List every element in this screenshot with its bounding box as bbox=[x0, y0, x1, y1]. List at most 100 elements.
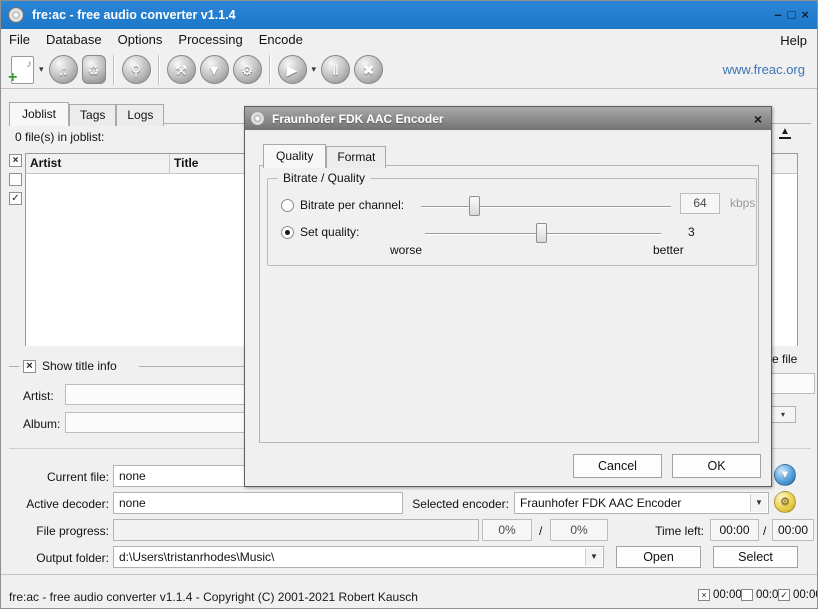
add-cd-button[interactable]: ♫ bbox=[49, 55, 78, 84]
processing-button[interactable]: ▼ bbox=[200, 55, 229, 84]
scale-worse-label: worse bbox=[390, 243, 422, 257]
select-button[interactable]: Select bbox=[713, 546, 798, 568]
menu-database[interactable]: Database bbox=[38, 29, 110, 51]
encode-to-single-file-label-fragment: e file bbox=[772, 352, 797, 366]
dialog-close-icon[interactable]: × bbox=[754, 112, 762, 126]
open-button[interactable]: Open bbox=[616, 546, 701, 568]
window-title: fre:ac - free audio converter v1.1.4 bbox=[32, 8, 236, 22]
menu-bar: File Database Options Processing Encode … bbox=[1, 29, 817, 51]
bitrate-slider[interactable] bbox=[421, 206, 671, 207]
timer-all: ✓ 00:00 bbox=[778, 589, 818, 601]
dialog-app-icon bbox=[251, 112, 264, 125]
chevron-down-icon[interactable]: ▼ bbox=[750, 494, 767, 512]
menu-help[interactable]: Help bbox=[770, 33, 817, 48]
active-decoder-value: none bbox=[113, 492, 403, 514]
eject-icon: ▲ bbox=[780, 127, 790, 136]
add-files-button[interactable]: ♪ + bbox=[11, 56, 34, 84]
eject-button[interactable]: ▲ bbox=[777, 127, 793, 139]
freac-website-link[interactable]: www.freac.org bbox=[723, 62, 805, 77]
select-none-button[interactable] bbox=[9, 173, 22, 186]
quality-radio[interactable] bbox=[281, 226, 294, 239]
menu-encode[interactable]: Encode bbox=[251, 29, 311, 51]
current-file-label: Current file: bbox=[9, 470, 109, 484]
quality-slider-thumb[interactable] bbox=[536, 223, 547, 243]
menu-options[interactable]: Options bbox=[110, 29, 171, 51]
bitrate-slider-thumb[interactable] bbox=[469, 196, 480, 216]
column-filler bbox=[772, 154, 797, 173]
quality-label: Set quality: bbox=[300, 225, 359, 239]
plus-icon: + bbox=[8, 69, 17, 87]
gear-icon: ⚙ bbox=[241, 63, 254, 77]
cancel-button[interactable]: Cancel bbox=[573, 454, 662, 478]
stop-encoding-button[interactable]: ✖ bbox=[354, 55, 383, 84]
bitrate-radio[interactable] bbox=[281, 199, 294, 212]
configure-encoder-button[interactable]: ⚙ bbox=[233, 55, 262, 84]
cddb-query-button[interactable]: ⚲ bbox=[122, 55, 151, 84]
right-dropdown-fragment[interactable]: ▾ bbox=[770, 406, 796, 423]
menu-processing[interactable]: Processing bbox=[170, 29, 250, 51]
close-icon[interactable]: × bbox=[801, 3, 809, 27]
gear-icon: ⚙ bbox=[780, 497, 790, 508]
start-encoding-button[interactable]: ▶ bbox=[278, 55, 307, 84]
joblist-count: 0 file(s) in joblist: bbox=[15, 130, 104, 144]
output-folder-dropdown[interactable]: d:\Users\tristanrhodes\Music\ ▼ bbox=[113, 546, 604, 568]
artist-label: Artist: bbox=[23, 389, 54, 403]
bitrate-value: 64 bbox=[680, 193, 720, 214]
tab-joblist[interactable]: Joblist bbox=[9, 102, 69, 126]
chevron-down-icon[interactable]: ▼ bbox=[585, 548, 602, 566]
menu-file[interactable]: File bbox=[1, 29, 38, 51]
selected-encoder-value: Fraunhofer FDK AAC Encoder bbox=[520, 496, 681, 510]
toolbar-separator bbox=[269, 55, 271, 85]
dialog-title-bar: Fraunhofer FDK AAC Encoder × bbox=[245, 107, 771, 130]
ok-button[interactable]: OK bbox=[672, 454, 761, 478]
dialog-tab-format[interactable]: Format bbox=[326, 146, 386, 168]
total-percent-value: 0% bbox=[550, 519, 608, 541]
time-left-total-value: 00:00 bbox=[772, 519, 814, 541]
app-icon bbox=[8, 7, 24, 23]
pause-encoding-button[interactable]: Ⅱ bbox=[321, 55, 350, 84]
output-folder-value: d:\Users\tristanrhodes\Music\ bbox=[119, 550, 274, 564]
active-decoder-label: Active decoder: bbox=[9, 497, 109, 511]
selected-encoder-dropdown[interactable]: Fraunhofer FDK AAC Encoder ▼ bbox=[514, 492, 769, 514]
toggle-selection-button[interactable]: ✓ bbox=[9, 192, 22, 205]
maximize-icon[interactable]: □ bbox=[788, 3, 796, 27]
magnifier-icon: ⚲ bbox=[131, 63, 141, 77]
stop-icon: ✖ bbox=[363, 63, 375, 77]
right-input-fragment[interactable] bbox=[769, 373, 815, 394]
checkbox-empty-icon bbox=[741, 589, 753, 601]
dialog-tab-quality[interactable]: Quality bbox=[263, 144, 326, 168]
main-tab-strip: Joblist Tags Logs bbox=[9, 102, 164, 126]
encoder-dialog: Fraunhofer FDK AAC Encoder × Quality For… bbox=[244, 106, 772, 487]
toolbar-separator bbox=[113, 55, 115, 85]
tab-logs[interactable]: Logs bbox=[116, 104, 164, 126]
funnel-icon: ▼ bbox=[780, 470, 791, 481]
add-files-dropdown-icon[interactable]: ▾ bbox=[39, 64, 44, 75]
remove-entry-button[interactable]: ♻ bbox=[82, 55, 106, 84]
show-title-info-checkbox[interactable]: × bbox=[23, 360, 36, 373]
pause-icon: Ⅱ bbox=[332, 63, 339, 77]
start-encoding-dropdown-icon[interactable]: ▾ bbox=[312, 64, 317, 75]
output-folder-label: Output folder: bbox=[9, 551, 109, 565]
minimize-icon[interactable]: – bbox=[774, 3, 781, 27]
tab-tags[interactable]: Tags bbox=[69, 104, 116, 126]
time-left-track-value: 00:00 bbox=[710, 519, 759, 541]
timer-value: 00:00 bbox=[713, 589, 742, 601]
freac-window: fre:ac - free audio converter v1.1.4 – □… bbox=[0, 0, 818, 609]
checkbox-check-icon: ✓ bbox=[778, 589, 790, 601]
trash-recycle-icon: ♻ bbox=[87, 63, 100, 77]
music-note-icon: ♪ bbox=[27, 58, 33, 70]
group-title: Bitrate / Quality bbox=[278, 171, 370, 185]
processing-status-button[interactable]: ▼ bbox=[774, 464, 796, 486]
section-line-left bbox=[9, 366, 19, 367]
file-progress-label: File progress: bbox=[9, 524, 109, 538]
column-artist[interactable]: Artist bbox=[26, 154, 170, 173]
statusbar-text: fre:ac - free audio converter v1.1.4 - C… bbox=[9, 590, 418, 604]
encoder-settings-button[interactable]: ⚙ bbox=[774, 491, 796, 513]
time-separator: / bbox=[763, 524, 766, 538]
play-icon: ▶ bbox=[287, 63, 298, 77]
settings-button[interactable]: ⚒ bbox=[167, 55, 196, 84]
title-bar: fre:ac - free audio converter v1.1.4 – □… bbox=[1, 1, 817, 29]
select-all-button[interactable]: × bbox=[9, 154, 22, 167]
quality-value: 3 bbox=[688, 225, 695, 239]
checkbox-x-icon: × bbox=[698, 589, 710, 601]
